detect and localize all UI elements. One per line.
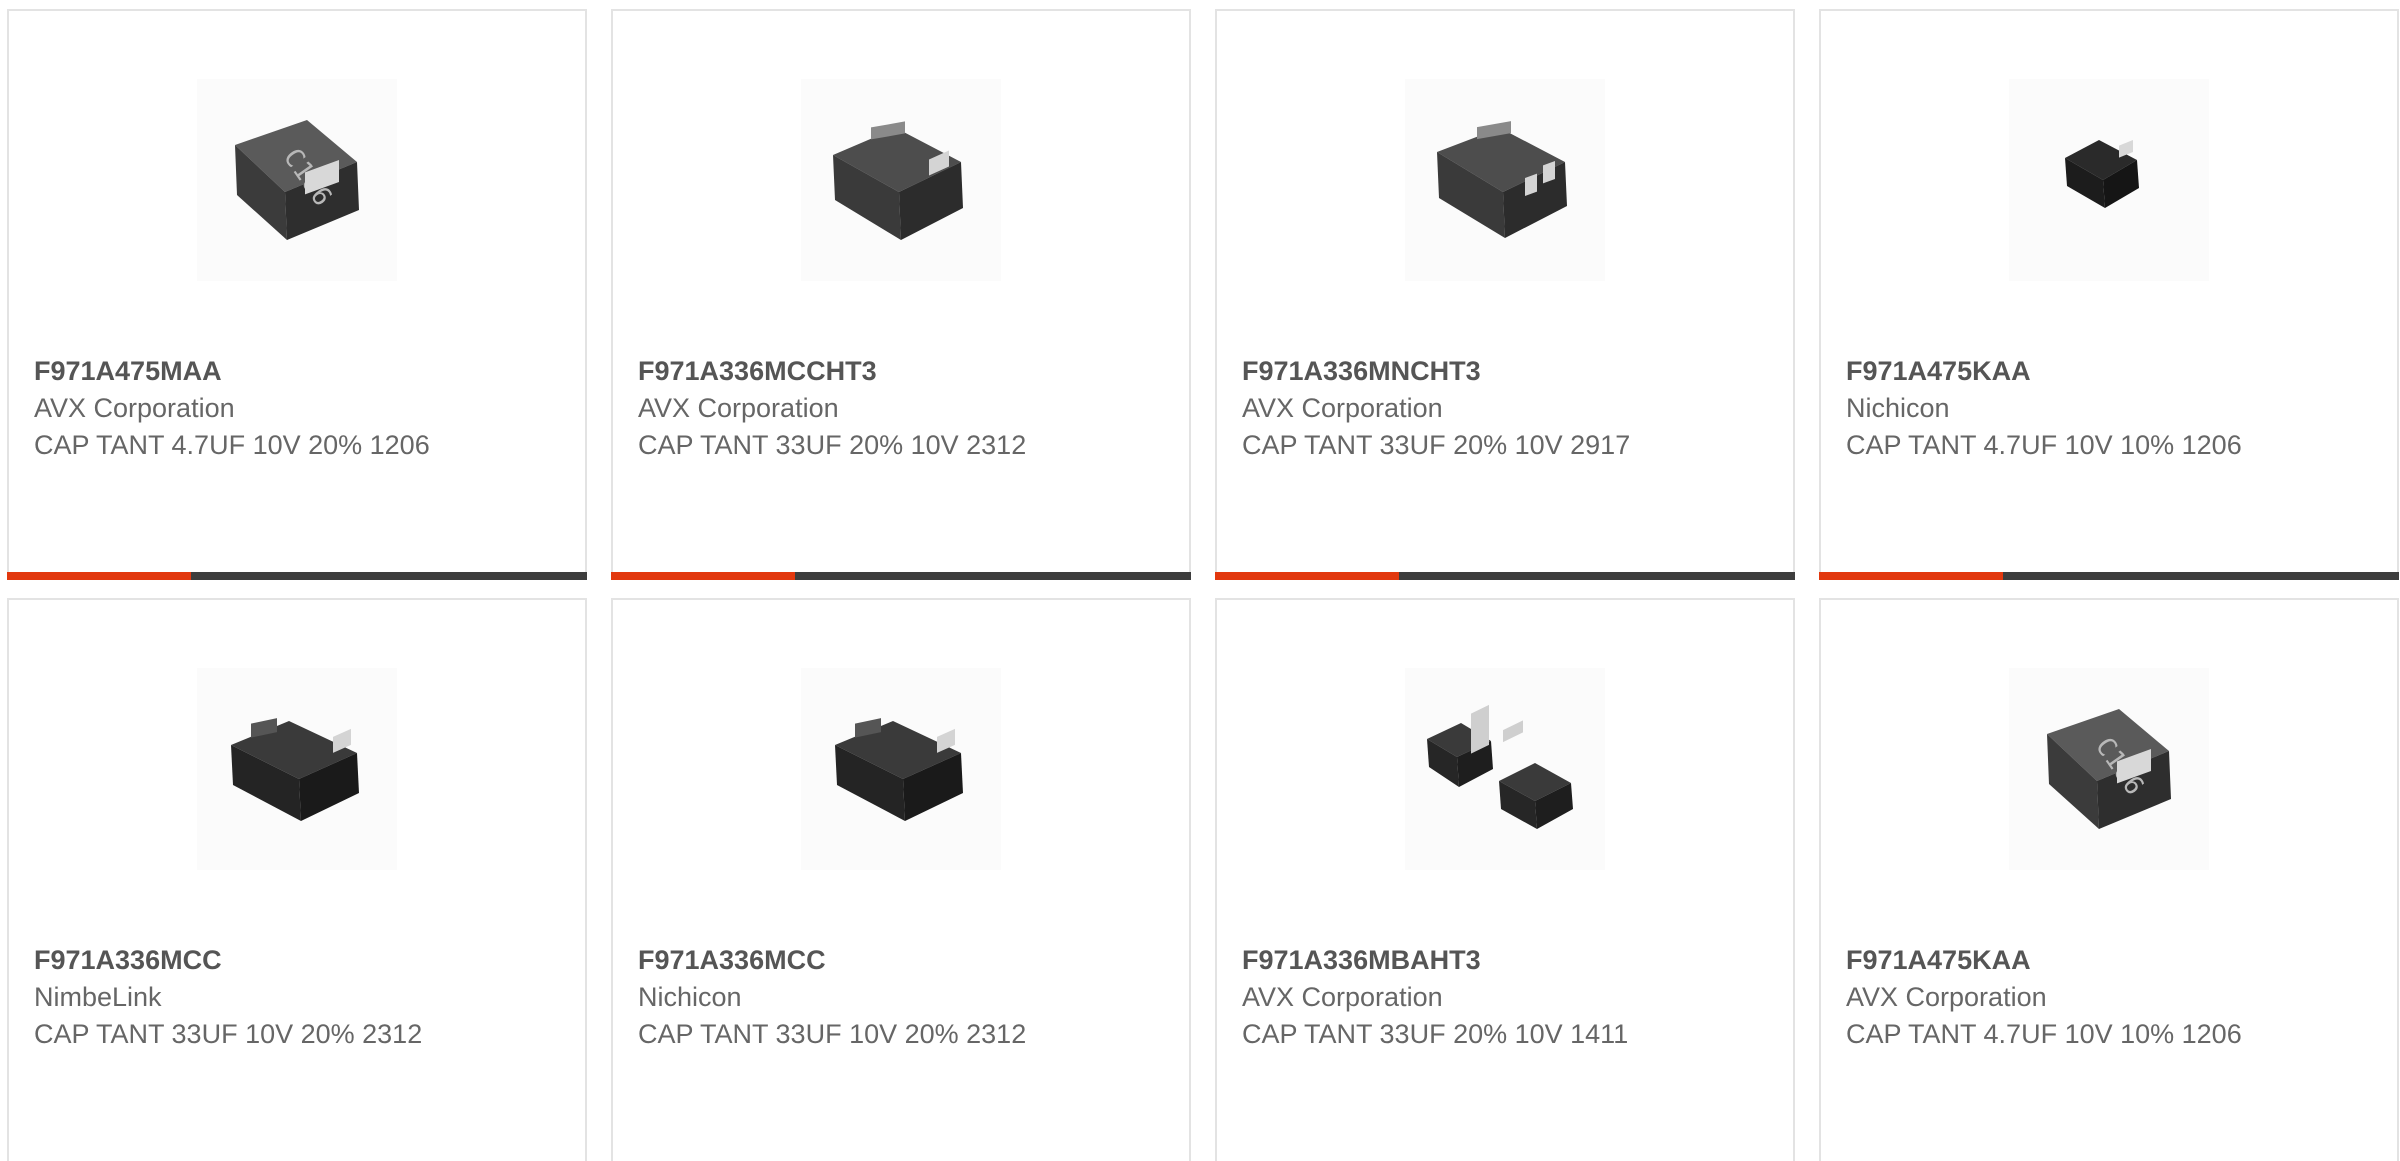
description: CAP TANT 4.7UF 10V 20% 1206 bbox=[34, 430, 430, 460]
product-image[interactable] bbox=[197, 668, 397, 870]
capacitor-marked-icon: C106 bbox=[2047, 709, 2171, 829]
part-number[interactable]: F971A336MBAHT3 bbox=[1242, 942, 1773, 979]
product-image[interactable] bbox=[801, 668, 1001, 870]
card-bar bbox=[1215, 572, 1795, 580]
manufacturer: AVX Corporation bbox=[1242, 393, 1443, 423]
part-number[interactable]: F971A336MCC bbox=[34, 942, 565, 979]
manufacturer: AVX Corporation bbox=[638, 393, 839, 423]
part-number[interactable]: F971A475KAA bbox=[1846, 353, 2377, 390]
product-card[interactable]: C106 F971A475KAA AVX Corporation CAP TAN… bbox=[1819, 598, 2399, 1161]
product-card[interactable]: F971A475KAA Nichicon CAP TANT 4.7UF 10V … bbox=[1819, 9, 2399, 580]
product-card[interactable]: F971A336MCCHT3 AVX Corporation CAP TANT … bbox=[611, 9, 1191, 580]
capacitor-icon bbox=[1437, 121, 1567, 238]
product-card[interactable]: F971A336MCC NimbeLink CAP TANT 33UF 10V … bbox=[7, 598, 587, 1161]
product-image[interactable]: C106 bbox=[2009, 668, 2209, 870]
product-info: F971A336MCC NimbeLink CAP TANT 33UF 10V … bbox=[34, 942, 565, 1053]
part-number[interactable]: F971A475MAA bbox=[34, 353, 565, 390]
capacitor-marked-icon: C106 bbox=[235, 120, 359, 240]
manufacturer: AVX Corporation bbox=[1242, 982, 1443, 1012]
manufacturer: AVX Corporation bbox=[34, 393, 235, 423]
card-bar-accent bbox=[1819, 572, 2003, 580]
card-bar-accent bbox=[611, 572, 795, 580]
card-bar-accent bbox=[1215, 572, 1399, 580]
card-bar bbox=[611, 572, 1191, 580]
manufacturer: Nichicon bbox=[1846, 393, 1950, 423]
part-number[interactable]: F971A475KAA bbox=[1846, 942, 2377, 979]
product-image[interactable]: C106 bbox=[197, 79, 397, 281]
description: CAP TANT 4.7UF 10V 10% 1206 bbox=[1846, 430, 2242, 460]
capacitor-small-icon bbox=[2065, 139, 2139, 208]
description: CAP TANT 33UF 10V 20% 2312 bbox=[638, 1019, 1027, 1049]
product-image[interactable] bbox=[801, 79, 1001, 281]
product-card[interactable]: C106 F971A475MAA AVX Corporation CAP TAN… bbox=[7, 9, 587, 580]
product-card[interactable]: F971A336MBAHT3 AVX Corporation CAP TANT … bbox=[1215, 598, 1795, 1161]
part-number[interactable]: F971A336MCC bbox=[638, 942, 1169, 979]
capacitor-icon bbox=[835, 718, 963, 821]
manufacturer: Nichicon bbox=[638, 982, 742, 1012]
description: CAP TANT 33UF 20% 10V 2312 bbox=[638, 430, 1027, 460]
capacitor-icon bbox=[231, 718, 359, 821]
description: CAP TANT 33UF 20% 10V 2917 bbox=[1242, 430, 1631, 460]
card-bar-accent bbox=[7, 572, 191, 580]
product-info: F971A475KAA AVX Corporation CAP TANT 4.7… bbox=[1846, 942, 2377, 1053]
product-info: F971A475MAA AVX Corporation CAP TANT 4.7… bbox=[34, 353, 565, 464]
capacitor-pair-icon bbox=[1427, 704, 1573, 829]
description: CAP TANT 4.7UF 10V 10% 1206 bbox=[1846, 1019, 2242, 1049]
product-image[interactable] bbox=[1405, 668, 1605, 870]
product-image[interactable] bbox=[1405, 79, 1605, 281]
capacitor-icon bbox=[833, 121, 963, 240]
description: CAP TANT 33UF 20% 10V 1411 bbox=[1242, 1019, 1629, 1049]
manufacturer: AVX Corporation bbox=[1846, 982, 2047, 1012]
card-bar bbox=[7, 572, 587, 580]
product-grid: C106 F971A475MAA AVX Corporation CAP TAN… bbox=[0, 0, 2400, 1161]
card-bar bbox=[1819, 572, 2399, 580]
description: CAP TANT 33UF 10V 20% 2312 bbox=[34, 1019, 423, 1049]
part-number[interactable]: F971A336MCCHT3 bbox=[638, 353, 1169, 390]
product-image[interactable] bbox=[2009, 79, 2209, 281]
product-info: F971A336MNCHT3 AVX Corporation CAP TANT … bbox=[1242, 353, 1773, 464]
part-number[interactable]: F971A336MNCHT3 bbox=[1242, 353, 1773, 390]
product-info: F971A336MCC Nichicon CAP TANT 33UF 10V 2… bbox=[638, 942, 1169, 1053]
product-card[interactable]: F971A336MNCHT3 AVX Corporation CAP TANT … bbox=[1215, 9, 1795, 580]
product-info: F971A475KAA Nichicon CAP TANT 4.7UF 10V … bbox=[1846, 353, 2377, 464]
product-info: F971A336MCCHT3 AVX Corporation CAP TANT … bbox=[638, 353, 1169, 464]
product-card[interactable]: F971A336MCC Nichicon CAP TANT 33UF 10V 2… bbox=[611, 598, 1191, 1161]
manufacturer: NimbeLink bbox=[34, 982, 162, 1012]
product-info: F971A336MBAHT3 AVX Corporation CAP TANT … bbox=[1242, 942, 1773, 1053]
